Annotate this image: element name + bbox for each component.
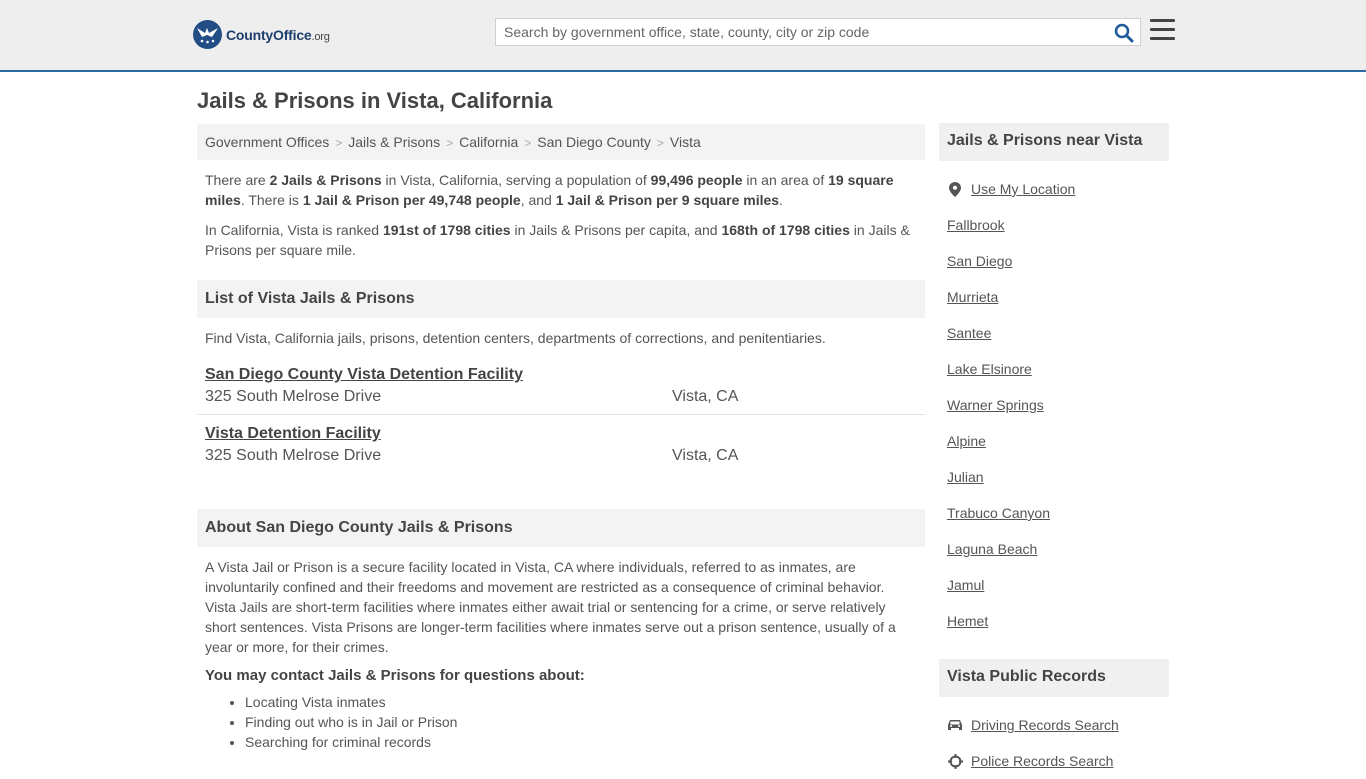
nearby-city-link[interactable]: Hemet [939,603,1169,639]
sidebar: Jails & Prisons near Vista Use My Locati… [939,123,1169,779]
facility-item: San Diego County Vista Detention Facilit… [197,356,925,415]
car-icon [947,717,963,733]
search-button[interactable] [1114,23,1134,43]
summary-paragraph: There are 2 Jails & Prisons in Vista, Ca… [205,172,894,208]
breadcrumb-separator: > [446,136,454,150]
use-my-location-link[interactable]: Use My Location [939,171,1169,207]
map-pin-icon [947,181,963,197]
breadcrumb-item-jails-prisons[interactable]: Jails & Prisons [348,134,440,150]
logo-name: CountyOffice [226,26,312,43]
nearby-city-link[interactable]: Murrieta [939,279,1169,315]
facility-address: 325 South Melrose Drive [205,447,382,464]
breadcrumb-separator: > [335,136,343,150]
nearby-city-link[interactable]: Jamul [939,567,1169,603]
ranking-paragraph: In California, Vista is ranked 191st of … [205,222,910,258]
about-heading: About San Diego County Jails & Prisons [197,509,925,547]
nearby-city-link[interactable]: Alpine [939,423,1169,459]
breadcrumb: Government Offices > Jails & Prisons > Calif… [197,124,925,160]
logo-wordmark: CountyOffice.org [226,27,330,43]
police-records-link[interactable]: Police Records Search [939,743,1169,779]
breadcrumb-separator: > [656,136,664,150]
list-intro: Find Vista, California jails, prisons, d… [205,330,826,346]
nearby-city-link[interactable]: Laguna Beach [939,531,1169,567]
site-logo[interactable]: CountyOffice.org [193,20,330,49]
about-paragraph: A Vista Jail or Prison is a secure facil… [205,559,896,655]
breadcrumb-item-california[interactable]: California [459,134,518,150]
logo-suffix: .org [311,30,330,43]
eagle-logo-icon [193,20,222,49]
nearby-heading: Jails & Prisons near Vista [939,123,1169,161]
public-records-heading: Vista Public Records [939,659,1169,697]
site-header: CountyOffice.org [0,0,1366,72]
list-heading: List of Vista Jails & Prisons [197,280,925,318]
contact-topics-list: Locating Vista inmates Finding out who i… [197,692,925,752]
nearby-city-link[interactable]: Warner Springs [939,387,1169,423]
hamburger-menu-icon[interactable] [1150,19,1175,41]
breadcrumb-item-vista: Vista [669,134,701,150]
facility-item: Vista Detention Facility 325 South Melro… [197,415,925,473]
contact-heading: You may contact Jails & Prisons for ques… [205,667,585,684]
facility-link[interactable]: San Diego County Vista Detention Facilit… [205,366,523,384]
list-item: Locating Vista inmates [245,692,925,712]
breadcrumb-item-san-diego-county[interactable]: San Diego County [537,134,651,150]
list-item: Searching for criminal records [245,732,925,752]
page-title: Jails & Prisons in Vista, California [197,88,553,113]
public-records-list: Driving Records Search Police Records Se… [939,707,1169,779]
search-input[interactable] [496,19,1096,45]
nearby-list: Use My Location Fallbrook San Diego Murr… [939,171,1169,639]
crosshair-icon [947,753,963,769]
nearby-city-link[interactable]: Lake Elsinore [939,351,1169,387]
nearby-city-link[interactable]: Santee [939,315,1169,351]
driving-records-link[interactable]: Driving Records Search [939,707,1169,743]
facility-city: Vista, CA [672,447,739,464]
facility-link[interactable]: Vista Detention Facility [205,425,381,443]
search-icon [1114,23,1134,43]
nearby-city-link[interactable]: San Diego [939,243,1169,279]
nearby-city-link[interactable]: Trabuco Canyon [939,495,1169,531]
breadcrumb-item-government-offices[interactable]: Government Offices [205,134,329,150]
main-content: Government Offices > Jails & Prisons > Calif… [197,124,925,752]
search-box [495,18,1141,46]
nearby-city-link[interactable]: Fallbrook [939,207,1169,243]
nearby-city-link[interactable]: Julian [939,459,1169,495]
facility-address: 325 South Melrose Drive [205,388,382,405]
facility-city: Vista, CA [672,388,739,405]
list-item: Finding out who is in Jail or Prison [245,712,925,732]
breadcrumb-separator: > [524,136,532,150]
